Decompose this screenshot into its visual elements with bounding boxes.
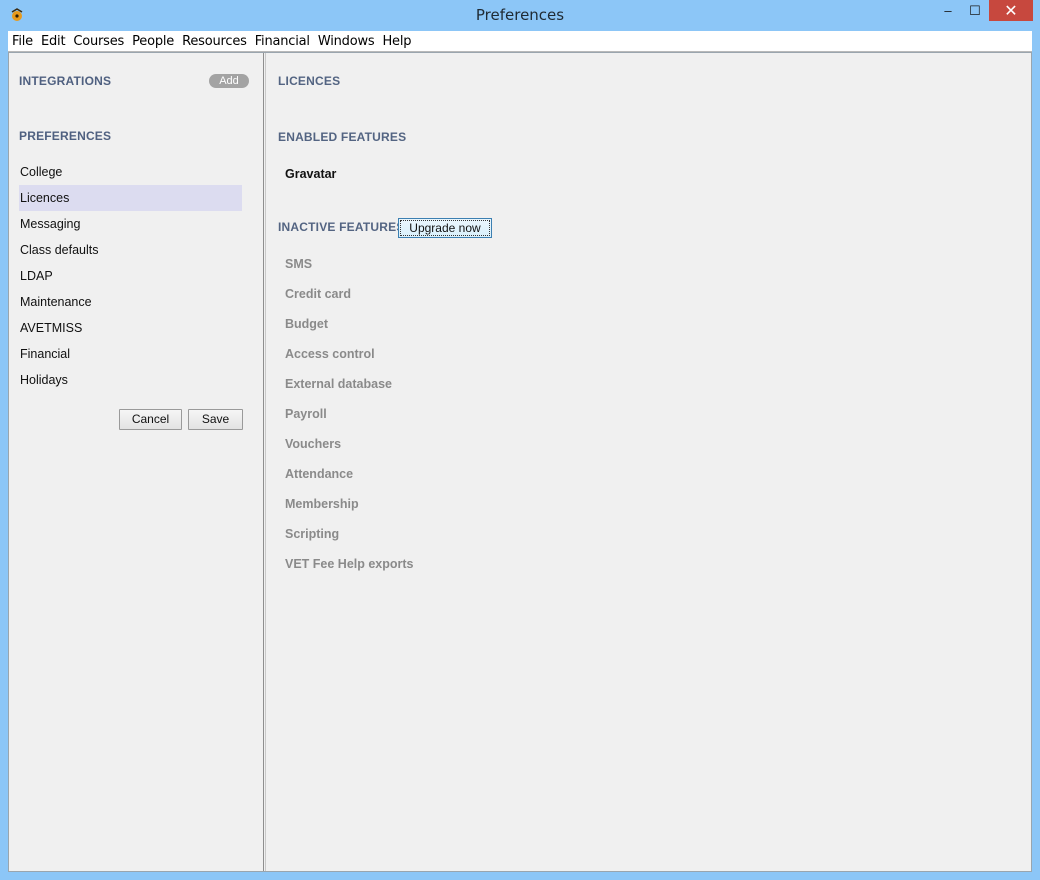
integrations-heading: INTEGRATIONS bbox=[19, 74, 112, 88]
minimize-button[interactable]: – bbox=[935, 0, 961, 21]
cancel-button[interactable]: Cancel bbox=[119, 409, 182, 430]
feature-access-control: Access control bbox=[285, 347, 375, 361]
maximize-button[interactable]: ☐ bbox=[962, 0, 988, 21]
sidebar-item-class-defaults[interactable]: Class defaults bbox=[19, 237, 242, 263]
window-title: Preferences bbox=[475, 6, 565, 24]
sidebar-item-ldap[interactable]: LDAP bbox=[19, 263, 242, 289]
page-title: LICENCES bbox=[278, 74, 341, 88]
licences-panel: LICENCES ENABLED FEATURES Gravatar INACT… bbox=[266, 53, 1031, 871]
sidebar-item-maintenance[interactable]: Maintenance bbox=[19, 289, 242, 315]
menu-bar: File Edit Courses People Resources Finan… bbox=[8, 31, 1032, 52]
feature-gravatar: Gravatar bbox=[285, 167, 337, 181]
preferences-content: INTEGRATIONS Add PREFERENCES College Lic… bbox=[8, 52, 1032, 872]
feature-external-database: External database bbox=[285, 377, 392, 391]
sidebar-item-college[interactable]: College bbox=[19, 159, 242, 185]
feature-sms: SMS bbox=[285, 257, 313, 271]
menu-help[interactable]: Help bbox=[378, 34, 415, 49]
menu-financial[interactable]: Financial bbox=[251, 34, 314, 49]
title-bar[interactable]: Preferences – ☐ ✕ bbox=[0, 0, 1040, 31]
menu-edit[interactable]: Edit bbox=[37, 34, 69, 49]
inactive-features-heading: INACTIVE FEATURES bbox=[278, 220, 405, 234]
feature-credit-card: Credit card bbox=[285, 287, 351, 301]
sidebar-item-licences[interactable]: Licences bbox=[19, 185, 242, 211]
preferences-heading: PREFERENCES bbox=[19, 129, 112, 143]
sidebar-item-messaging[interactable]: Messaging bbox=[19, 211, 242, 237]
menu-courses[interactable]: Courses bbox=[69, 34, 128, 49]
save-button[interactable]: Save bbox=[188, 409, 243, 430]
feature-payroll: Payroll bbox=[285, 407, 327, 421]
sidebar: INTEGRATIONS Add PREFERENCES College Lic… bbox=[9, 53, 264, 871]
feature-scripting: Scripting bbox=[285, 527, 340, 541]
feature-membership: Membership bbox=[285, 497, 359, 511]
add-integration-button[interactable]: Add bbox=[209, 74, 249, 88]
feature-attendance: Attendance bbox=[285, 467, 354, 481]
sidebar-item-holidays[interactable]: Holidays bbox=[19, 367, 242, 393]
app-window: Preferences – ☐ ✕ File Edit Courses Peop… bbox=[0, 0, 1040, 880]
feature-budget: Budget bbox=[285, 317, 329, 331]
enabled-features-heading: ENABLED FEATURES bbox=[278, 130, 407, 144]
feature-vet-fee-help-exports: VET Fee Help exports bbox=[285, 557, 414, 571]
menu-resources[interactable]: Resources bbox=[178, 34, 251, 49]
close-button[interactable]: ✕ bbox=[989, 0, 1033, 21]
upgrade-now-button[interactable]: Upgrade now bbox=[398, 218, 492, 238]
menu-file[interactable]: File bbox=[8, 34, 37, 49]
menu-people[interactable]: People bbox=[128, 34, 178, 49]
feature-vouchers: Vouchers bbox=[285, 437, 342, 451]
sidebar-item-avetmiss[interactable]: AVETMISS bbox=[19, 315, 242, 341]
menu-windows[interactable]: Windows bbox=[314, 34, 379, 49]
sidebar-item-financial[interactable]: Financial bbox=[19, 341, 242, 367]
